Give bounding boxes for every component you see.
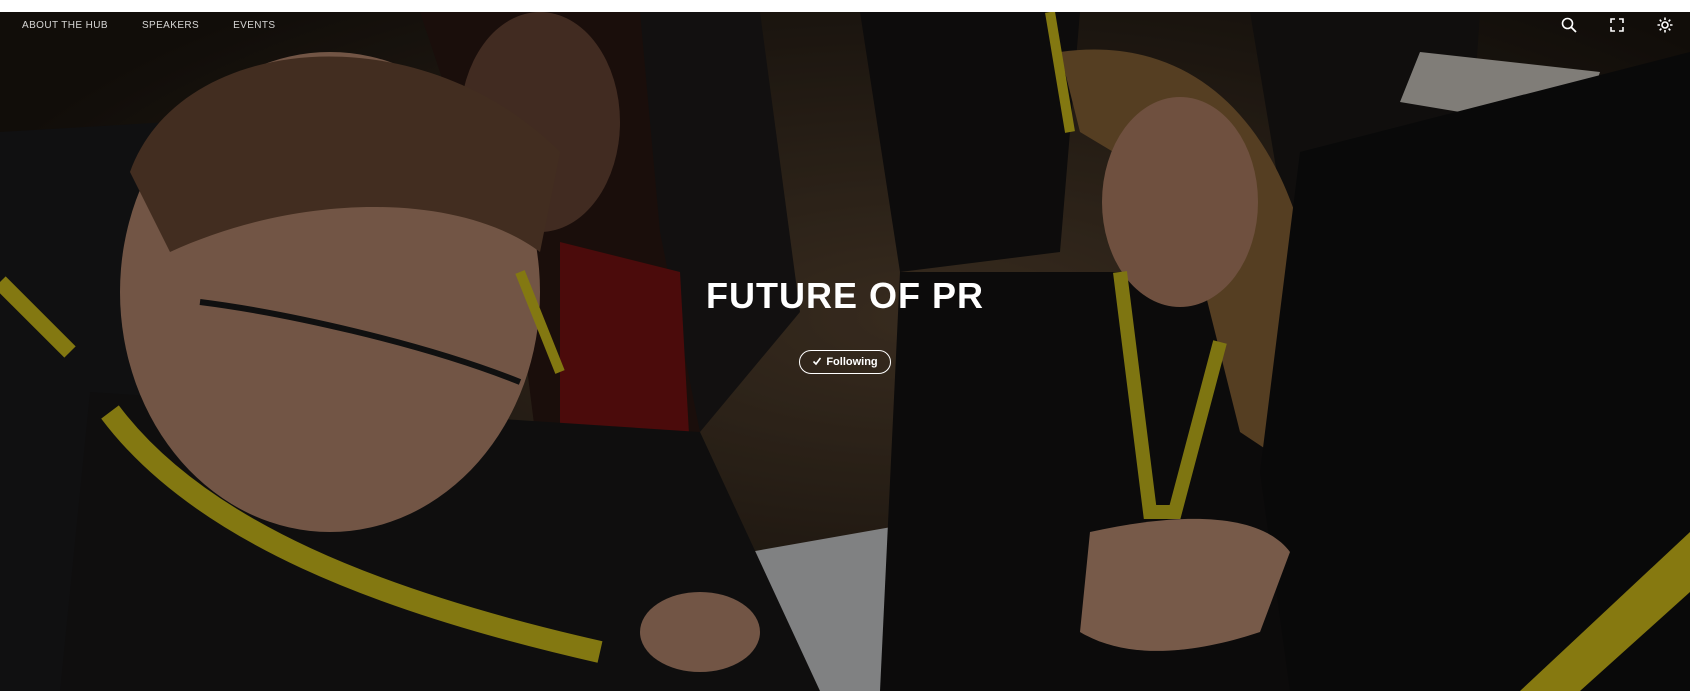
page: ABOUT THE HUB SPEAKERS EVENTS FUTURE OF … bbox=[0, 0, 1690, 691]
following-button[interactable]: Following bbox=[799, 350, 891, 374]
hero-content: FUTURE OF PR Following bbox=[0, 274, 1690, 374]
gear-icon[interactable] bbox=[1656, 16, 1674, 34]
expand-icon[interactable] bbox=[1608, 16, 1626, 34]
top-icon-group bbox=[1560, 16, 1678, 34]
search-icon[interactable] bbox=[1560, 16, 1578, 34]
hero-banner: ABOUT THE HUB SPEAKERS EVENTS FUTURE OF … bbox=[0, 12, 1690, 691]
nav-link-events[interactable]: EVENTS bbox=[233, 20, 275, 31]
page-title: FUTURE OF PR bbox=[706, 275, 984, 316]
check-icon bbox=[812, 356, 822, 369]
nav-link-about-the-hub[interactable]: ABOUT THE HUB bbox=[22, 20, 108, 31]
top-nav: ABOUT THE HUB SPEAKERS EVENTS bbox=[22, 20, 276, 31]
following-button-label: Following bbox=[826, 356, 878, 368]
top-navigation-bar: ABOUT THE HUB SPEAKERS EVENTS bbox=[0, 12, 1690, 38]
nav-link-speakers[interactable]: SPEAKERS bbox=[142, 20, 199, 31]
